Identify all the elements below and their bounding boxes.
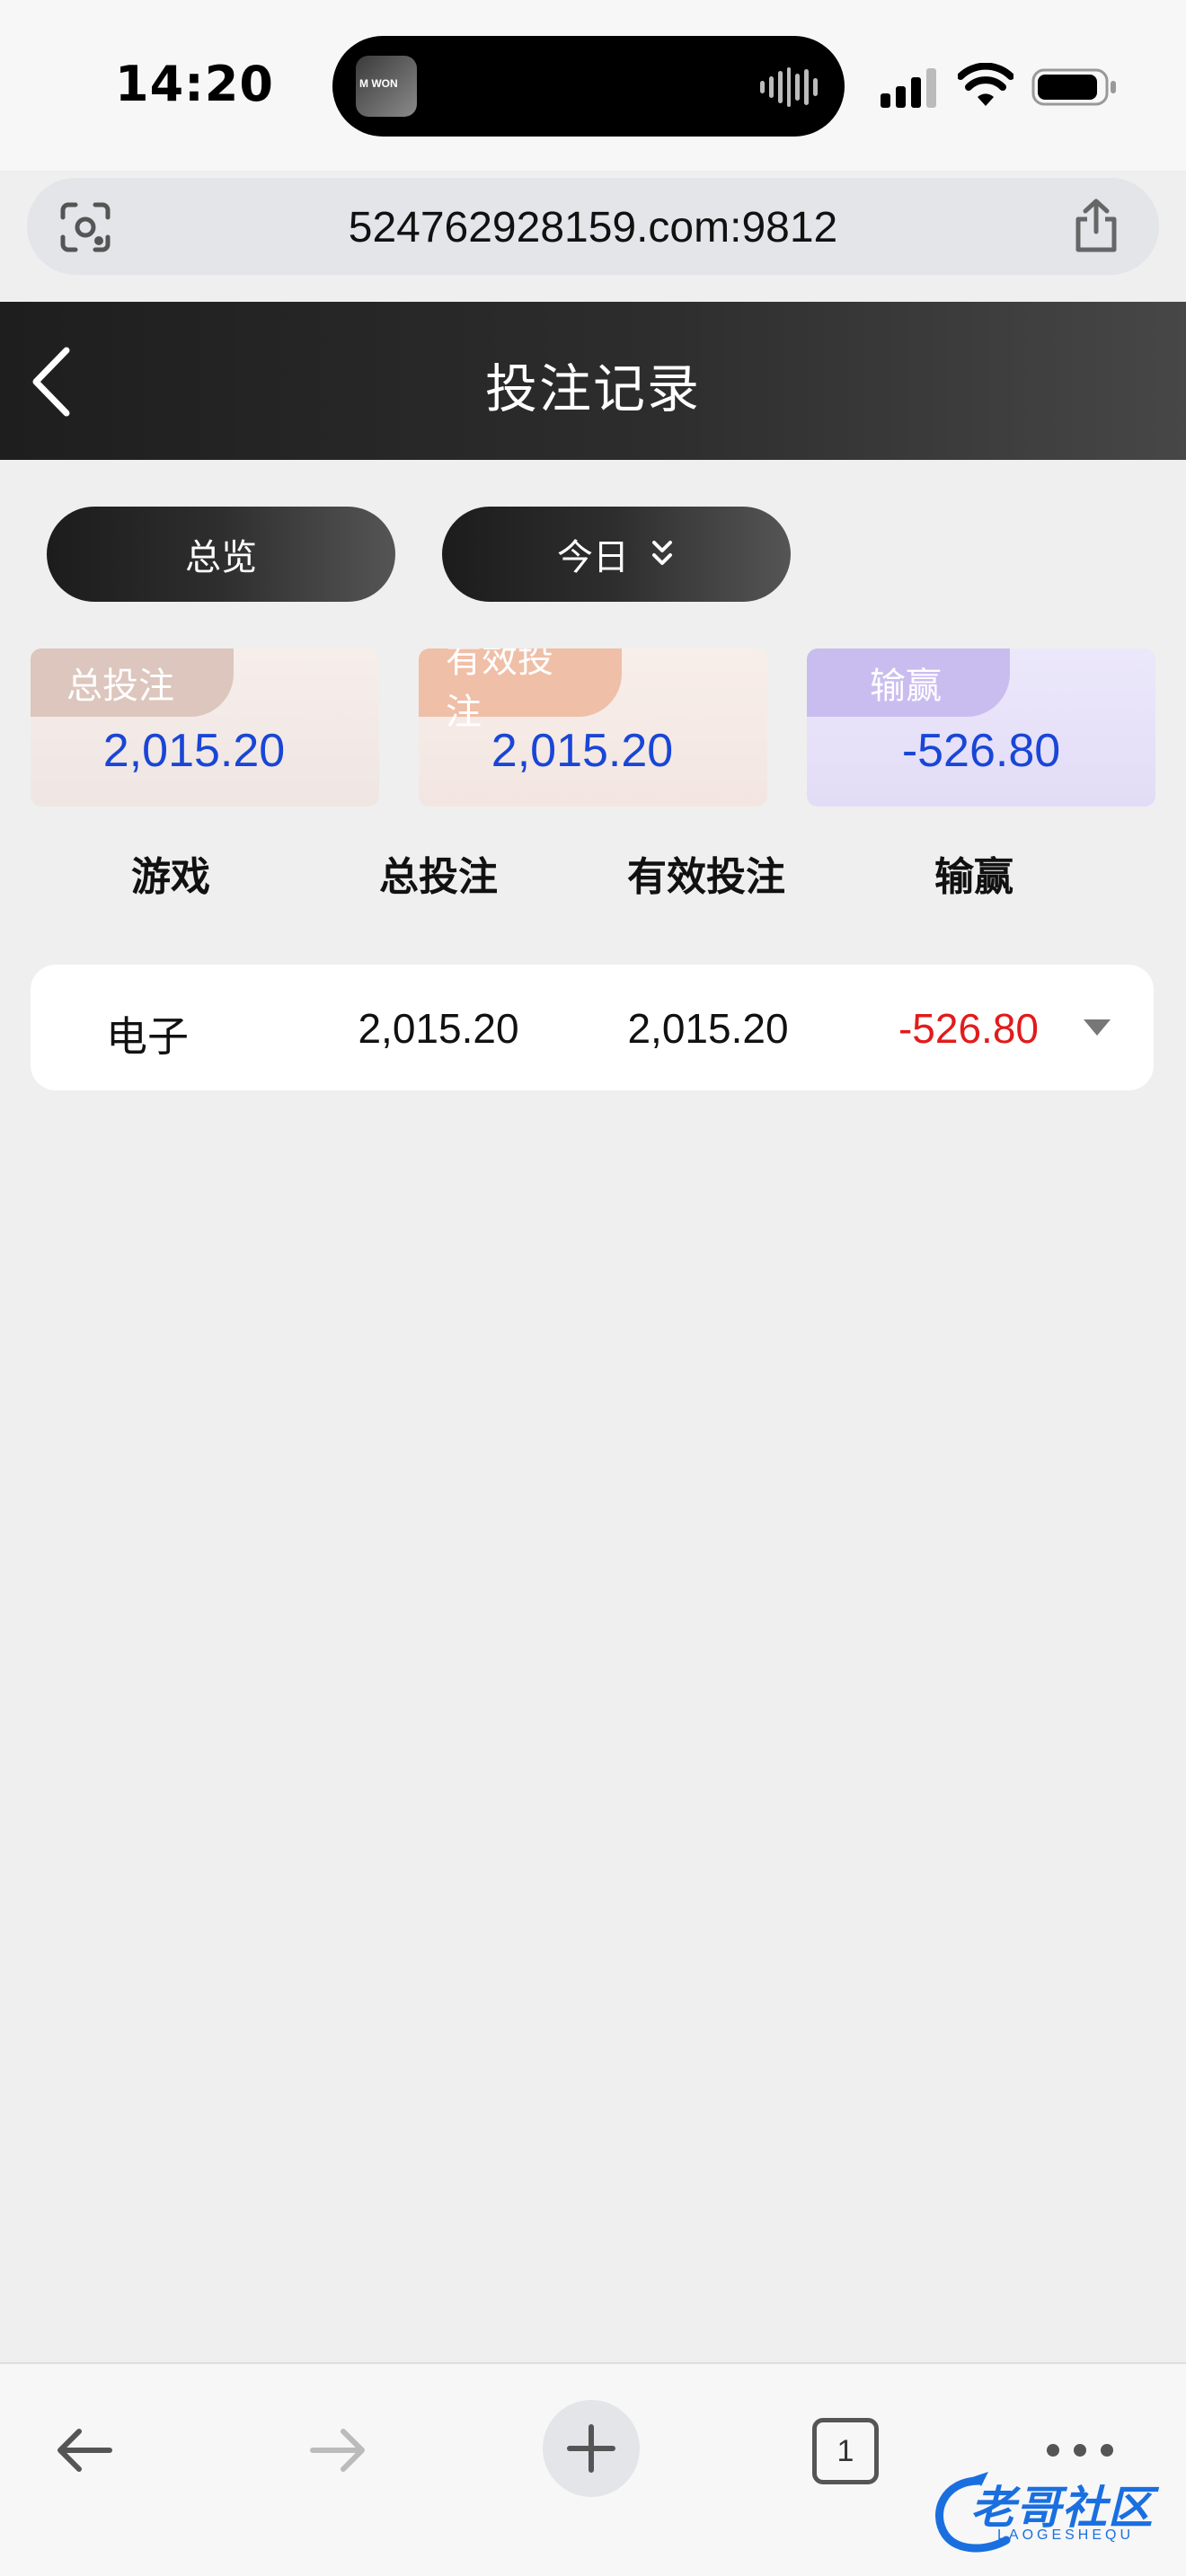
watermark-subtext: LAOGESHEQU — [997, 2527, 1135, 2543]
win-loss-card: 输赢 -526.80 — [807, 648, 1155, 807]
new-tab-button[interactable] — [543, 2400, 640, 2497]
table-row[interactable]: 电子 2,015.20 2,015.20 -526.80 — [31, 965, 1154, 1090]
win-loss-value: -526.80 — [901, 725, 1061, 777]
period-dropdown[interactable]: 今日 — [442, 507, 791, 602]
row-game: 电子 — [106, 1013, 189, 1060]
valid-bet-value: 2,015.20 — [491, 725, 674, 777]
table-header: 游戏 总投注 有效投注 输赢 — [0, 844, 1186, 900]
share-icon[interactable] — [1071, 198, 1121, 253]
more-options-icon[interactable] — [1044, 2432, 1116, 2468]
total-bet-value: 2,015.20 — [102, 725, 286, 777]
url-text[interactable]: 524762928159.com:9812 — [27, 203, 1159, 252]
column-header-valid-bet: 有效投注 — [627, 854, 785, 900]
status-time: 14:20 — [115, 56, 274, 112]
battery-icon — [1031, 68, 1116, 106]
column-header-total-bet: 总投注 — [379, 854, 498, 900]
page-header: 投注记录 — [0, 302, 1186, 460]
now-playing-artwork: M WON — [356, 56, 417, 117]
total-bet-label: 总投注 — [31, 648, 234, 717]
expand-caret-icon[interactable] — [1082, 1017, 1112, 1038]
tab-switcher-button[interactable]: 1 — [812, 2418, 879, 2484]
browser-forward-icon[interactable] — [305, 2418, 370, 2483]
row-valid-bet: 2,015.20 — [627, 1005, 789, 1052]
win-loss-label: 输赢 — [807, 648, 1010, 717]
overview-filter-button[interactable]: 总览 — [47, 507, 395, 602]
artwork-text: M WON — [359, 77, 398, 90]
wifi-icon — [958, 63, 1013, 106]
period-dropdown-label: 今日 — [557, 537, 629, 578]
cellular-signal-icon — [881, 68, 936, 108]
audio-wave-icon — [760, 66, 819, 108]
row-total-bet: 2,015.20 — [358, 1005, 519, 1052]
address-bar[interactable]: 524762928159.com:9812 — [27, 178, 1159, 275]
row-win-loss: -526.80 — [898, 1005, 1039, 1052]
dynamic-island[interactable]: M WON — [332, 36, 845, 137]
column-header-game: 游戏 — [131, 854, 210, 900]
overview-filter-label: 总览 — [185, 537, 257, 578]
page-title: 投注记录 — [484, 358, 701, 419]
double-chevron-down-icon — [652, 541, 672, 565]
plus-icon — [567, 2424, 615, 2473]
column-header-win-loss: 输赢 — [934, 854, 1013, 900]
valid-bet-label: 有效投注 — [419, 648, 622, 733]
status-bar: 14:20 M WON — [0, 0, 1186, 171]
valid-bet-card: 有效投注 2,015.20 — [419, 648, 767, 807]
total-bet-card: 总投注 2,015.20 — [31, 648, 379, 807]
community-watermark: 老哥社区 LAOGESHEQU — [925, 2468, 1168, 2558]
browser-back-icon[interactable] — [52, 2418, 117, 2483]
